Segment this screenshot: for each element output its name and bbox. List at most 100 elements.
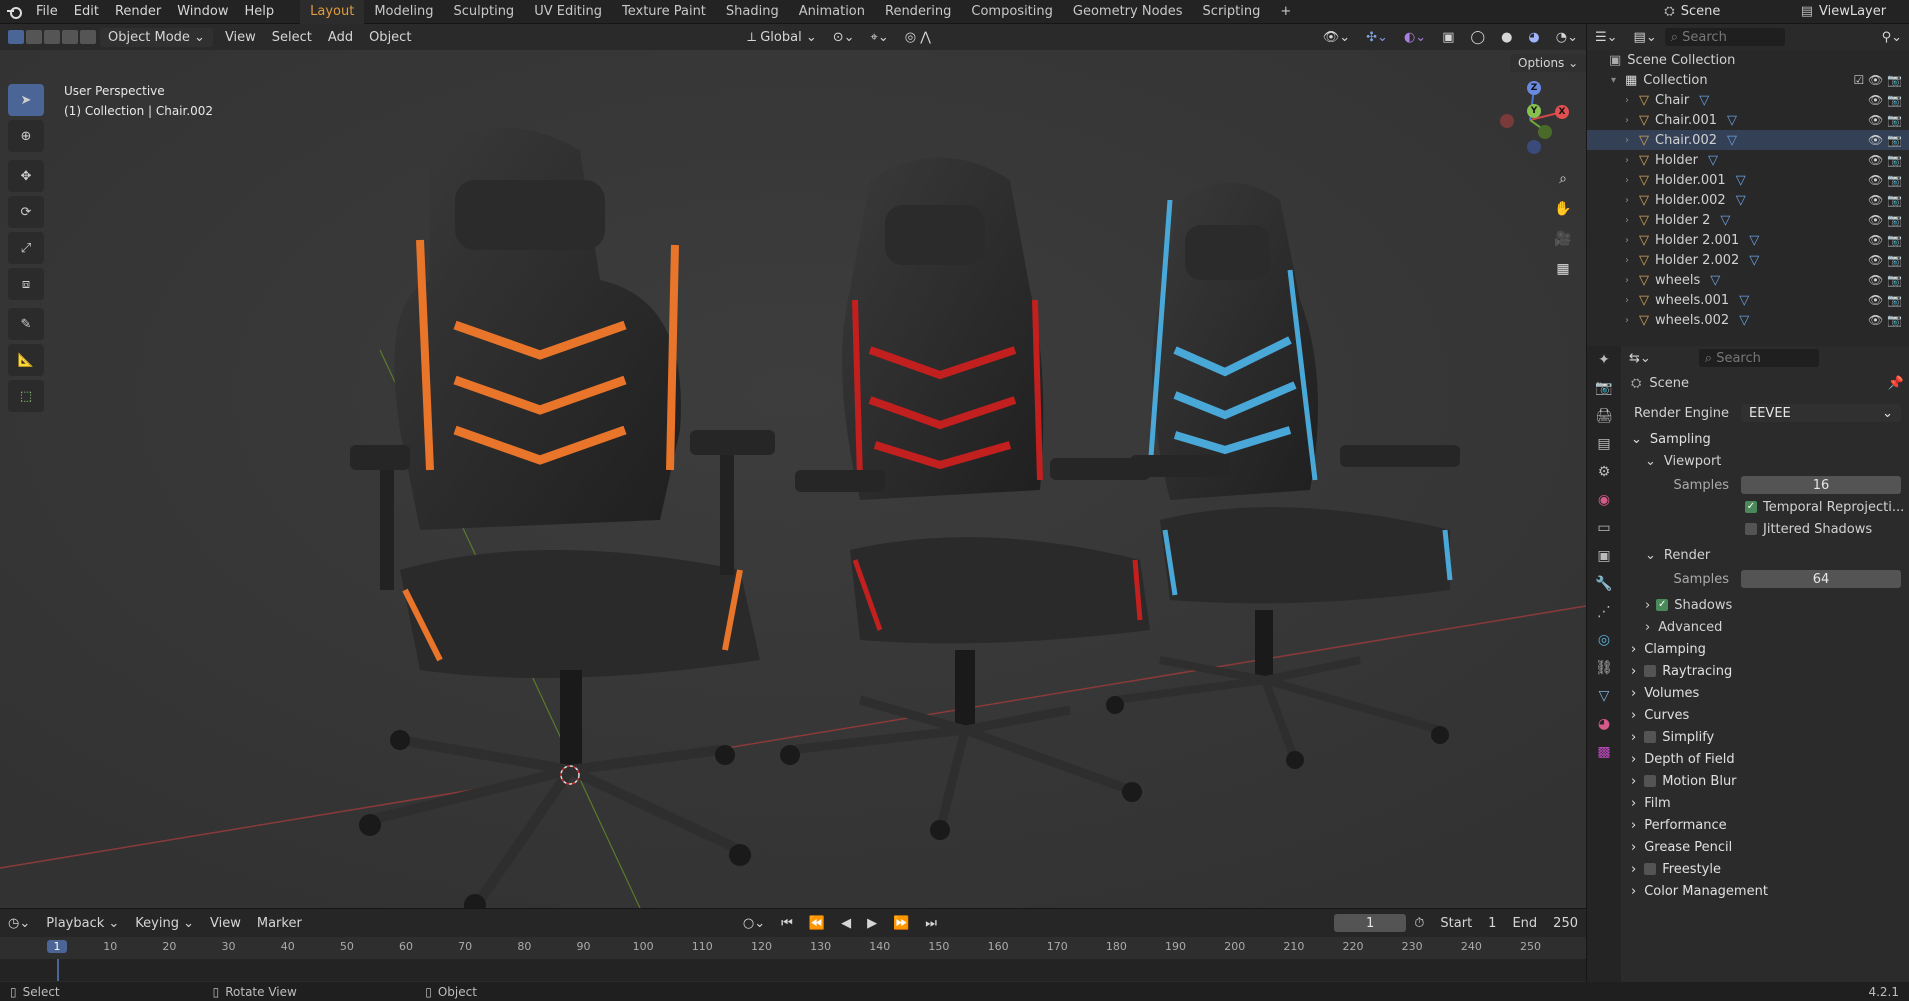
render-tab-icon[interactable]: 📷	[1587, 374, 1621, 402]
timeline-menu-view[interactable]: View	[202, 914, 249, 933]
menu-render[interactable]: Render	[107, 4, 169, 19]
mesh-data-icon[interactable]: ▽	[1708, 153, 1718, 168]
panel-header[interactable]: › Film	[1621, 792, 1909, 814]
panel-header[interactable]: › Simplify	[1621, 726, 1909, 748]
outliner-item[interactable]: › ▽ Holder 2 ▽ 👁 📷	[1587, 210, 1909, 230]
outliner-scene-collection[interactable]: ▣ Scene Collection	[1587, 50, 1909, 70]
shading-rendered-icon[interactable]: ◔⌄	[1548, 28, 1586, 47]
visibility-icon[interactable]: 👁⌄	[1315, 28, 1358, 47]
panel-checkbox[interactable]	[1644, 731, 1657, 743]
tab-animation[interactable]: Animation	[789, 0, 875, 24]
options-dropdown[interactable]: Options ⌄	[1510, 54, 1586, 72]
mesh-data-icon[interactable]: ▽	[1739, 313, 1749, 328]
shadows-subpanel-header[interactable]: › ✓ Shadows	[1621, 594, 1909, 616]
panel-header[interactable]: › Freestyle	[1621, 858, 1909, 880]
outliner-item[interactable]: › ▽ Chair.002 ▽ 👁 📷	[1587, 130, 1909, 150]
gizmo-toggle-icon[interactable]: ✣⌄	[1358, 28, 1396, 47]
outliner-item[interactable]: › ▽ wheels.002 ▽ 👁 📷	[1587, 310, 1909, 330]
select-intersect-icon[interactable]	[80, 30, 96, 44]
jittered-shadows-row[interactable]: Jittered Shadows	[1621, 518, 1909, 540]
visibility-icons[interactable]: 👁 📷	[1868, 273, 1902, 287]
tab-texture-paint[interactable]: Texture Paint	[612, 0, 716, 24]
physics-tab-icon[interactable]: ◎	[1587, 626, 1621, 654]
visibility-icons[interactable]: 👁 📷	[1868, 133, 1902, 147]
advanced-subpanel-header[interactable]: › Advanced	[1621, 616, 1909, 638]
timeline-menu-marker[interactable]: Marker	[249, 914, 310, 933]
visibility-icons[interactable]: 👁 📷	[1868, 313, 1902, 327]
add-workspace-button[interactable]: +	[1270, 0, 1301, 24]
expand-icon[interactable]: ›	[1625, 155, 1639, 166]
shading-material-icon[interactable]: ◕	[1520, 28, 1547, 47]
jump-start-icon[interactable]: ⏮	[773, 914, 801, 933]
gizmo-neg-x[interactable]	[1500, 114, 1514, 128]
timeline-editor-type-icon[interactable]: ◷⌄	[0, 914, 38, 933]
panel-header[interactable]: › Color Management	[1621, 880, 1909, 902]
scene-tab-icon[interactable]: ⚙	[1587, 458, 1621, 486]
jump-end-icon[interactable]: ⏭	[917, 914, 945, 933]
expand-icon[interactable]: ›	[1625, 115, 1639, 126]
select-box-tool-icon[interactable]: ➤	[8, 84, 44, 116]
visibility-icons[interactable]: 👁 📷	[1868, 93, 1902, 107]
visibility-icons[interactable]: 👁 📷	[1868, 113, 1902, 127]
panel-header[interactable]: › Motion Blur	[1621, 770, 1909, 792]
tab-uv-editing[interactable]: UV Editing	[524, 0, 612, 24]
menu-file[interactable]: File	[28, 4, 66, 19]
gizmo-z-axis[interactable]: Z	[1527, 81, 1541, 95]
zoom-icon[interactable]: ⌕	[1550, 166, 1576, 192]
outliner-item[interactable]: › ▽ Holder 2.002 ▽ 👁 📷	[1587, 250, 1909, 270]
panel-header[interactable]: › Raytracing	[1621, 660, 1909, 682]
data-tab-icon[interactable]: ▽	[1587, 682, 1621, 710]
header-menu-object[interactable]: Object	[361, 28, 419, 47]
tab-sculpting[interactable]: Sculpting	[443, 0, 524, 24]
move-tool-icon[interactable]: ✥	[8, 160, 44, 192]
header-menu-select[interactable]: Select	[264, 28, 320, 47]
header-menu-add[interactable]: Add	[320, 28, 361, 47]
temporal-reprojection-row[interactable]: ✓ Temporal Reprojecti...	[1621, 496, 1909, 518]
outliner-item[interactable]: › ▽ Holder.002 ▽ 👁 📷	[1587, 190, 1909, 210]
mesh-data-icon[interactable]: ▽	[1727, 133, 1737, 148]
pivot-icon[interactable]: ⊙⌄	[825, 28, 863, 47]
visibility-icons[interactable]: 👁 📷	[1868, 173, 1902, 187]
view-layer-tab-icon[interactable]: ▤	[1587, 430, 1621, 458]
3d-viewport[interactable]: User Perspective (1) Collection | Chair.…	[0, 50, 1586, 908]
cursor-tool-icon[interactable]: ⊕	[8, 120, 44, 152]
tab-compositing[interactable]: Compositing	[961, 0, 1063, 24]
render-samples-field[interactable]: 64	[1741, 570, 1901, 588]
collection-tab-icon[interactable]: ▭	[1587, 514, 1621, 542]
stopwatch-icon[interactable]: ⏱	[1406, 914, 1432, 933]
mesh-data-icon[interactable]: ▽	[1699, 93, 1709, 108]
outliner-item[interactable]: › ▽ Holder ▽ 👁 📷	[1587, 150, 1909, 170]
outliner-item[interactable]: › ▽ Chair ▽ 👁 📷	[1587, 90, 1909, 110]
mesh-data-icon[interactable]: ▽	[1739, 293, 1749, 308]
auto-key-icon[interactable]: ○⌄	[735, 914, 773, 933]
panel-header[interactable]: › Curves	[1621, 704, 1909, 726]
menu-help[interactable]: Help	[237, 4, 283, 19]
scene-selector[interactable]: Scene	[1681, 4, 1801, 19]
mesh-data-icon[interactable]: ▽	[1749, 253, 1759, 268]
outliner-item[interactable]: › ▽ wheels ▽ 👁 📷	[1587, 270, 1909, 290]
render-subpanel-header[interactable]: ⌄ Render	[1621, 544, 1909, 566]
panel-header[interactable]: › Grease Pencil	[1621, 836, 1909, 858]
transform-tool-icon[interactable]: ⧈	[8, 268, 44, 300]
shadows-checkbox[interactable]: ✓	[1656, 599, 1669, 611]
properties-search-input[interactable]: ⌕ Search	[1698, 349, 1819, 367]
current-frame-field[interactable]: 1	[1333, 914, 1407, 932]
ortho-grid-icon[interactable]: ▦	[1550, 256, 1576, 282]
gizmo-y-axis[interactable]: Y	[1527, 104, 1541, 118]
tab-scripting[interactable]: Scripting	[1193, 0, 1271, 24]
mode-dropdown[interactable]: Object Mode ⌄	[100, 27, 213, 47]
outliner-editor-type-icon[interactable]: ☰⌄	[1587, 28, 1626, 47]
outliner-collection[interactable]: ▾ ▦ Collection ☑ 👁 📷	[1587, 70, 1909, 90]
xray-icon[interactable]: ▣	[1434, 28, 1462, 47]
visibility-icons[interactable]: 👁 📷	[1868, 153, 1902, 167]
expand-icon[interactable]: ›	[1625, 275, 1639, 286]
prev-keyframe-icon[interactable]: ⏪	[801, 914, 833, 933]
panel-checkbox[interactable]	[1644, 863, 1657, 875]
header-menu-view[interactable]: View	[217, 28, 264, 47]
viewport-samples-field[interactable]: 16	[1741, 476, 1901, 494]
select-subtract-icon[interactable]	[44, 30, 60, 44]
constraints-tab-icon[interactable]: ⛓	[1587, 654, 1621, 682]
tab-modeling[interactable]: Modeling	[364, 0, 443, 24]
add-cube-tool-icon[interactable]: ⬚	[8, 380, 44, 412]
expand-icon[interactable]: ›	[1625, 255, 1639, 266]
